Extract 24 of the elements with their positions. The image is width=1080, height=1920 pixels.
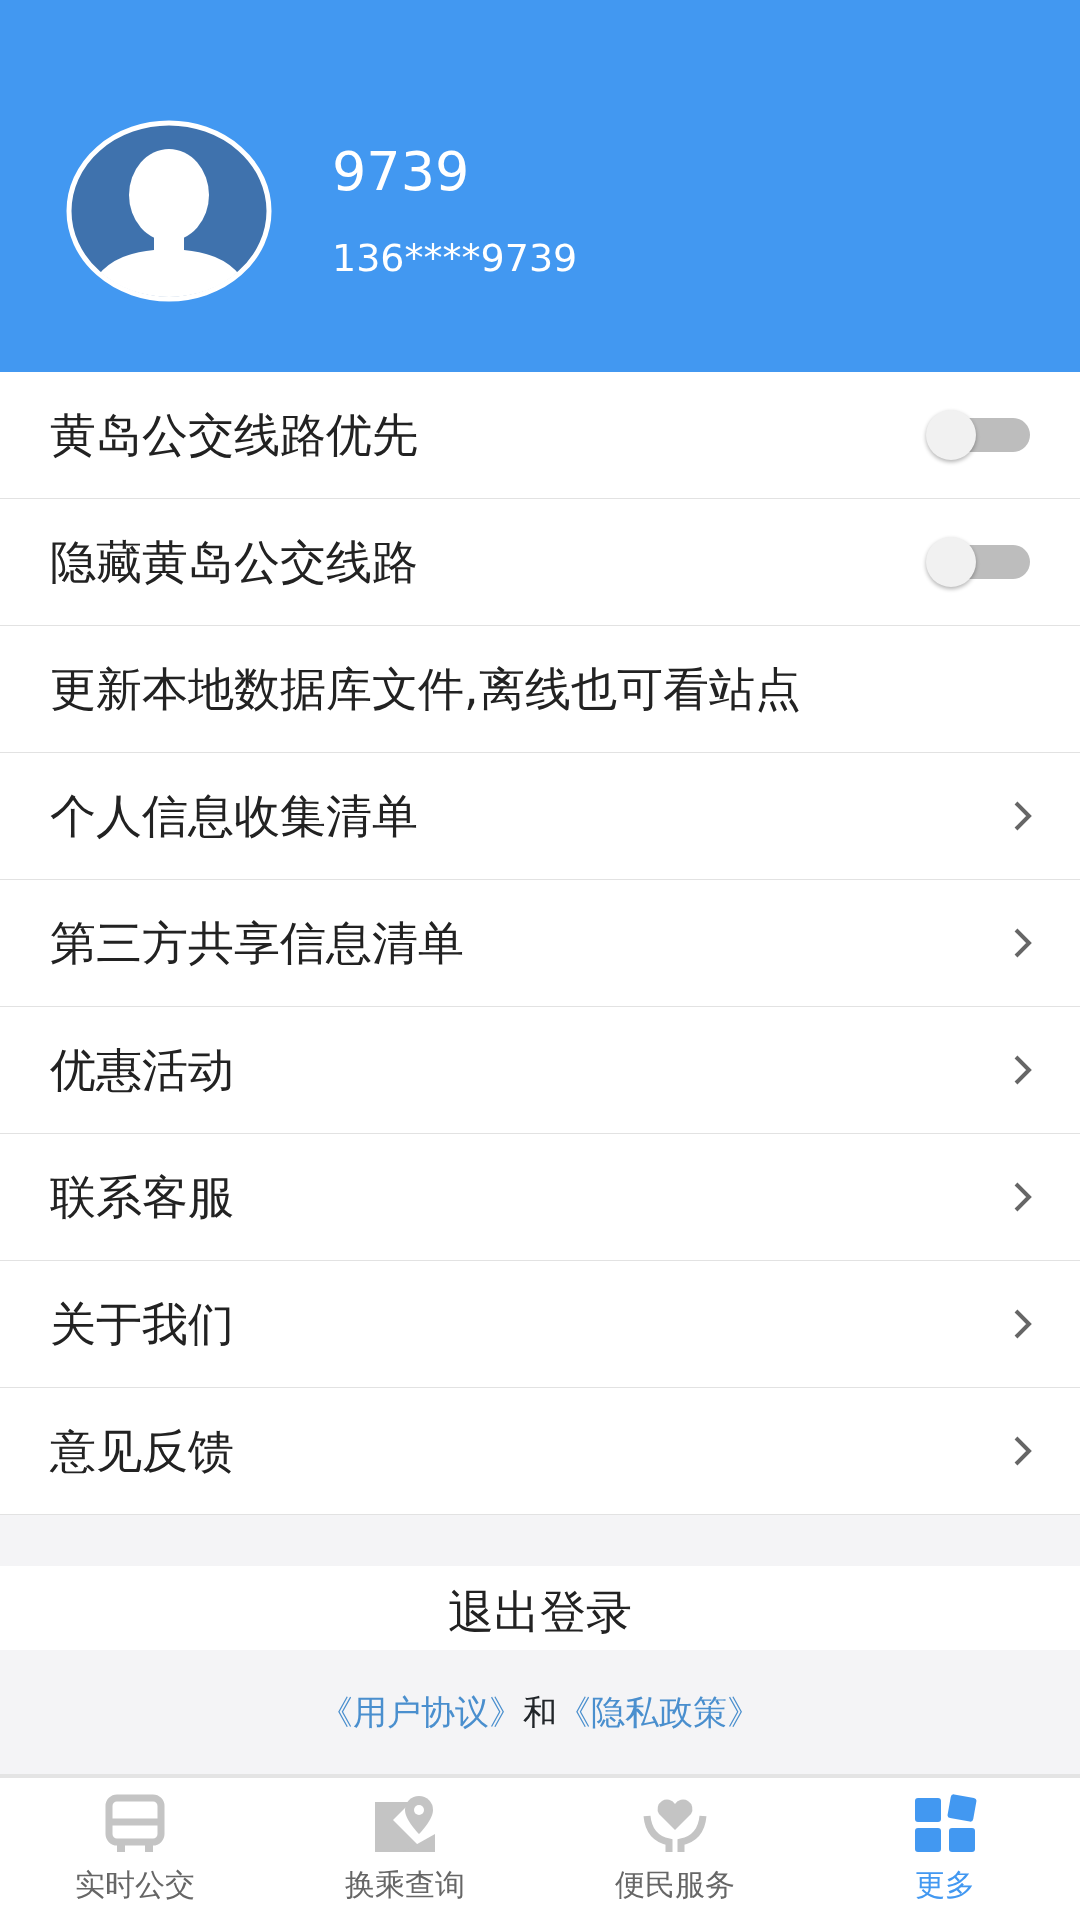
chevron-right-icon [1012,1307,1034,1341]
avatar-icon [66,120,272,302]
chevron-right-icon [1012,799,1034,833]
chevron-right-icon [1012,1180,1034,1214]
phone-number: 136****9739 [332,239,578,277]
setting-label: 优惠活动 [50,1041,234,1099]
bus-icon [103,1794,167,1854]
setting-label: 联系客服 [50,1168,234,1226]
chevron-right-icon [1012,1434,1034,1468]
grid-icon [913,1794,977,1854]
conjunction-text: 和 [523,1690,557,1734]
setting-label: 个人信息收集清单 [50,787,418,845]
user-name: 9739 [332,145,471,199]
setting-label: 意见反馈 [50,1422,234,1480]
chevron-right-icon [1012,1053,1034,1087]
setting-label: 更新本地数据库文件,离线也可看站点 [50,660,801,718]
user-agreement-link[interactable]: 《用户协议》 [319,1686,523,1738]
chevron-right-icon [1012,926,1034,960]
setting-label: 关于我们 [50,1295,234,1353]
setting-label: 第三方共享信息清单 [50,914,464,972]
setting-label: 黄岛公交线路优先 [50,406,418,464]
map-pin-icon [373,1794,437,1854]
privacy-policy-link[interactable]: 《隐私政策》 [557,1686,761,1738]
setting-label: 隐藏黄岛公交线路 [50,533,418,591]
